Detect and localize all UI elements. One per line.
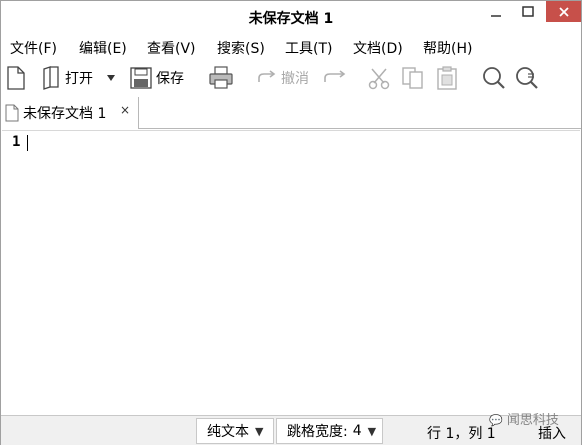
save-button[interactable]: 保存 bbox=[130, 65, 184, 91]
undo-icon bbox=[258, 70, 276, 82]
minimize-icon bbox=[491, 15, 501, 17]
menu-search[interactable]: 搜索(S) bbox=[217, 38, 265, 58]
text-document-icon bbox=[5, 104, 19, 122]
menu-bar: 文件(F) 编辑(E) 查看(V) 搜索(S) 工具(T) 文档(D) 帮助(H… bbox=[1, 36, 581, 60]
new-document-icon bbox=[7, 66, 25, 90]
menu-file[interactable]: 文件(F) bbox=[10, 38, 57, 58]
undo-label: 撤消 bbox=[281, 71, 309, 87]
minimize-button[interactable] bbox=[483, 1, 509, 23]
open-recent-dropdown[interactable] bbox=[105, 65, 117, 91]
line-number: 1 bbox=[12, 134, 21, 150]
tab-label: 未保存文档 1 bbox=[23, 106, 107, 122]
menu-tools[interactable]: 工具(T) bbox=[285, 38, 332, 58]
open-label: 打开 bbox=[65, 71, 93, 87]
paste-icon bbox=[437, 66, 457, 90]
toolbar: 打开 保存 撤消 bbox=[1, 61, 581, 95]
menu-documents[interactable]: 文档(D) bbox=[353, 38, 403, 58]
maximize-button[interactable] bbox=[515, 1, 541, 23]
dropdown-arrow-icon bbox=[107, 75, 115, 81]
menu-edit[interactable]: 编辑(E) bbox=[79, 38, 127, 58]
menu-view[interactable]: 查看(V) bbox=[147, 38, 196, 58]
redo-icon bbox=[324, 70, 346, 82]
undo-button[interactable]: 撤消 bbox=[255, 65, 309, 91]
copy-icon bbox=[402, 67, 423, 89]
text-caret bbox=[27, 135, 28, 151]
tab-width-selector[interactable]: 跳格宽度: 4 ▼ bbox=[276, 418, 383, 444]
document-tab-bar: 未保存文档 1 × bbox=[1, 97, 581, 129]
language-label: 纯文本 bbox=[207, 424, 249, 440]
copy-button[interactable] bbox=[401, 65, 425, 91]
tab-width-value: 4 bbox=[352, 423, 362, 439]
language-selector[interactable]: 纯文本 ▼ bbox=[196, 418, 274, 444]
save-icon bbox=[130, 67, 152, 89]
printer-icon bbox=[209, 66, 233, 89]
save-label: 保存 bbox=[156, 71, 184, 87]
title-bar[interactable]: 未保存文档 1 bbox=[1, 1, 581, 32]
open-folder-icon bbox=[43, 66, 59, 90]
watermark-text: 闻思科技 bbox=[506, 413, 559, 428]
text-editor[interactable]: 1 bbox=[2, 130, 580, 414]
menu-help[interactable]: 帮助(H) bbox=[423, 38, 472, 58]
paste-button[interactable] bbox=[435, 65, 459, 91]
tab-close-button[interactable]: × bbox=[120, 103, 130, 117]
dropdown-arrow-icon: ▼ bbox=[367, 424, 377, 438]
search-replace-button[interactable] bbox=[514, 65, 540, 91]
dropdown-arrow-icon: ▼ bbox=[255, 424, 264, 438]
print-button[interactable] bbox=[208, 65, 234, 91]
document-tab[interactable]: 未保存文档 1 × bbox=[1, 97, 139, 129]
editor-window: 未保存文档 1 文件(F) 编辑(E) 查看(V) 搜索(S) 工具(T) 文档… bbox=[0, 0, 582, 445]
search-icon bbox=[483, 67, 505, 89]
open-button[interactable]: 打开 bbox=[41, 65, 93, 91]
close-icon bbox=[558, 6, 569, 17]
tab-width-label: 跳格宽度: bbox=[287, 424, 348, 440]
cut-button[interactable] bbox=[367, 65, 391, 91]
close-window-button[interactable] bbox=[546, 1, 581, 22]
search-button[interactable] bbox=[481, 65, 507, 91]
redo-button[interactable] bbox=[323, 65, 347, 91]
scissors-icon bbox=[368, 68, 390, 90]
maximize-icon bbox=[522, 6, 534, 17]
watermark: 💬 闻思科技 bbox=[489, 409, 559, 428]
search-replace-icon bbox=[516, 67, 538, 89]
cursor-position: 行 1，列 1 bbox=[427, 426, 496, 442]
new-button[interactable] bbox=[6, 65, 26, 91]
chat-bubble-icon: 💬 bbox=[489, 414, 503, 427]
